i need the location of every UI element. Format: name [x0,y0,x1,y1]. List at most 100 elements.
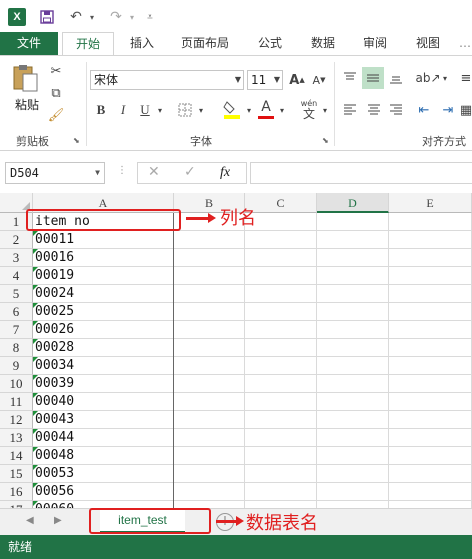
cell-a[interactable]: 00019 [33,267,174,285]
cell-b[interactable] [174,501,245,508]
grow-font-icon[interactable]: A ▲ [288,70,306,90]
decrease-indent-icon[interactable]: ⇤ [414,100,434,120]
phonetic-guide-icon[interactable]: wén 文 [298,96,320,122]
cell-b[interactable] [174,465,245,483]
cell-c[interactable] [245,231,317,249]
tab-insert[interactable]: 插入 [120,32,164,55]
copy-icon[interactable]: ⧉ [46,84,66,102]
cell-b[interactable] [174,285,245,303]
cell-d[interactable] [317,357,389,375]
row-header[interactable]: 15 [0,465,33,483]
cell-c[interactable] [245,375,317,393]
cell-c[interactable] [245,393,317,411]
row-header[interactable]: 2 [0,231,33,249]
cell-e[interactable] [389,465,472,483]
cell-d[interactable] [317,339,389,357]
bold-button[interactable]: B [92,100,110,120]
cell-e[interactable] [389,249,472,267]
cell-b[interactable] [174,339,245,357]
phonetic-dropdown-icon[interactable]: ▾ [320,100,330,120]
cell-e[interactable] [389,321,472,339]
align-bottom-icon[interactable] [386,68,406,88]
cell-e[interactable] [389,393,472,411]
cell-b[interactable] [174,231,245,249]
cell-d[interactable] [317,375,389,393]
cell-a[interactable]: 00016 [33,249,174,267]
undo-icon[interactable]: ↶ [66,7,86,27]
cell-e[interactable] [389,483,472,501]
name-box[interactable]: D504 ▼ [5,162,105,184]
cell-c[interactable] [245,501,317,508]
cell-c[interactable] [245,249,317,267]
cell-a[interactable]: 00025 [33,303,174,321]
row-header[interactable]: 16 [0,483,33,501]
cell-e[interactable] [389,429,472,447]
cell-a[interactable]: 00056 [33,483,174,501]
cell-b[interactable] [174,429,245,447]
tab-data[interactable]: 数据 [302,32,344,55]
cell-b[interactable] [174,357,245,375]
cell-c[interactable] [245,339,317,357]
cell-e[interactable] [389,501,472,508]
sheet-next-icon[interactable]: ▶ [54,515,62,526]
row-header[interactable]: 3 [0,249,33,267]
cell-c[interactable] [245,303,317,321]
cell-e[interactable] [389,411,472,429]
cell-a[interactable]: 00011 [33,231,174,249]
cell-b[interactable] [174,447,245,465]
cell-c[interactable] [245,483,317,501]
tab-view[interactable]: 视图 [406,32,450,55]
align-middle-icon[interactable] [362,67,384,89]
fill-color-icon[interactable] [222,98,242,120]
row-header[interactable]: 5 [0,285,33,303]
row-header[interactable]: 17 [0,501,33,508]
cell-c[interactable] [245,447,317,465]
font-name-select[interactable]: 宋体 ▼ [90,70,244,90]
cell-b[interactable] [174,411,245,429]
align-left-icon[interactable] [340,100,360,120]
font-launcher-icon[interactable]: ⬊ [322,136,329,145]
cell-a[interactable]: 00040 [33,393,174,411]
cell-d[interactable] [317,285,389,303]
cell-d[interactable] [317,411,389,429]
row-header[interactable]: 11 [0,393,33,411]
cell-a[interactable]: 00039 [33,375,174,393]
row-header[interactable]: 7 [0,321,33,339]
row-header[interactable]: 9 [0,357,33,375]
font-color-dropdown-icon[interactable]: ▾ [277,100,287,120]
cell-d[interactable] [317,483,389,501]
cell-d[interactable] [317,303,389,321]
cell-d[interactable] [317,447,389,465]
cell-c[interactable] [245,429,317,447]
cell-e[interactable] [389,375,472,393]
orientation-dropdown-icon[interactable]: ▾ [440,68,450,88]
tab-home[interactable]: 开始 [62,32,114,56]
cell-d[interactable] [317,231,389,249]
tab-formulas[interactable]: 公式 [250,32,290,55]
cell-c[interactable] [245,357,317,375]
undo-dropdown-icon[interactable]: ▾ [86,7,98,27]
cell-b[interactable] [174,267,245,285]
paste-icon[interactable] [10,62,40,94]
customize-qat-icon[interactable]: ⩡ [144,7,156,27]
cell-b[interactable] [174,249,245,267]
merge-center-icon[interactable]: ▦ [460,100,472,120]
underline-button[interactable]: U [136,100,154,120]
cell-a[interactable]: 00048 [33,447,174,465]
cell-b[interactable] [174,483,245,501]
cell-e[interactable] [389,213,472,231]
row-header[interactable]: 4 [0,267,33,285]
cell-b[interactable] [174,375,245,393]
cell-e[interactable] [389,231,472,249]
sheet-prev-icon[interactable]: ◀ [26,515,34,526]
cell-b[interactable] [174,303,245,321]
borders-icon[interactable] [176,100,194,120]
cell-e[interactable] [389,267,472,285]
cell-a[interactable]: 00043 [33,411,174,429]
redo-icon[interactable]: ↷ [106,7,126,27]
wrap-text-icon[interactable]: ≡ [460,68,472,88]
formula-input[interactable] [250,162,472,184]
row-header[interactable]: 13 [0,429,33,447]
borders-dropdown-icon[interactable]: ▾ [196,100,206,120]
cell-d[interactable] [317,501,389,508]
